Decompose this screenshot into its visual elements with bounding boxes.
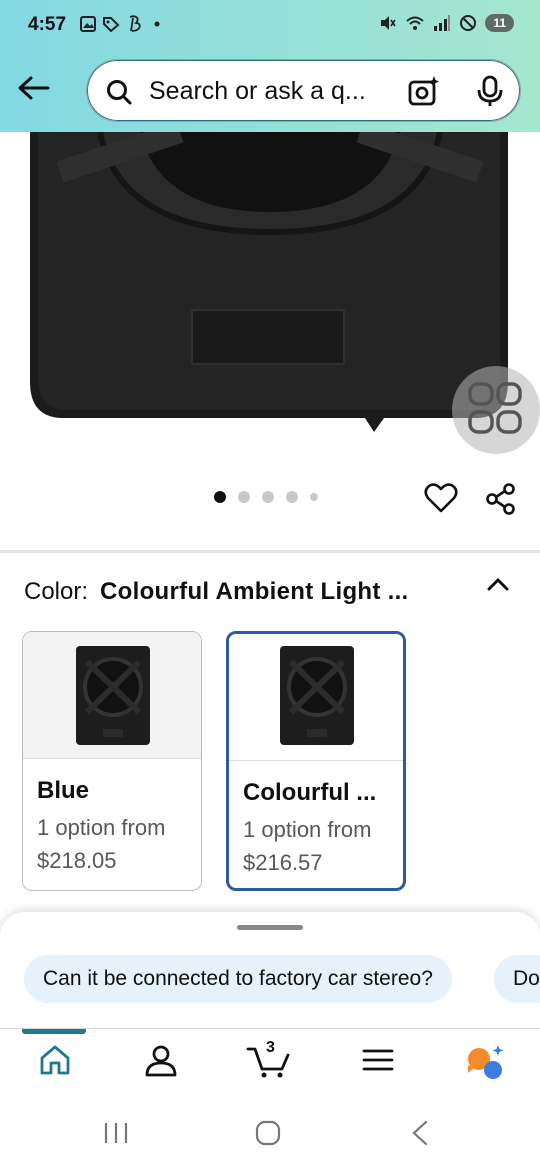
system-navigation-bar [0,1100,540,1170]
rufus-assistant-icon [468,1045,504,1079]
variant-options: 1 option from [243,817,372,842]
pager-dot[interactable] [214,491,226,503]
variant-list: Blue 1 option from $218.05 Colourful ...… [22,631,406,891]
bottom-tab-bar: 3 [0,1028,540,1100]
home-icon [40,1045,70,1075]
active-tab-indicator [22,1029,86,1034]
pager-dot[interactable] [262,491,274,503]
person-icon [145,1045,177,1077]
variant-options: 1 option from [37,815,166,840]
cart-count-badge: 3 [266,1039,275,1056]
color-value: Colourful Ambient Light ... [100,578,409,605]
search-bar[interactable]: Search or ask a q... [86,59,521,122]
do-not-disturb-icon [460,15,477,31]
system-icons: 11 [379,14,514,32]
recent-apps-icon[interactable] [102,1120,130,1146]
ask-rufus-sheet[interactable]: Can it be connected to factory car stere… [0,912,540,1030]
suggestion-chip[interactable]: Can it be connected to factory car stere… [24,955,452,1003]
notification-icons [80,15,162,33]
variant-card-colourful[interactable]: Colourful ... 1 option from $216.57 [226,631,406,891]
back-button[interactable] [14,70,54,110]
search-icon [107,80,132,105]
variant-price: $216.57 [243,850,323,875]
search-input[interactable]: Search or ask a q... [149,77,366,106]
variant-thumbnail [229,634,403,761]
signal-icon [434,15,451,31]
share-button[interactable] [484,482,518,521]
suggestion-chip[interactable]: Do [494,955,540,1003]
variant-price: $218.05 [37,848,117,873]
home-nav-icon[interactable] [254,1120,282,1146]
battery-indicator: 11 [485,14,514,32]
gallery-icon [80,16,96,32]
header: 4:57 11 Search or ask a q... [0,0,540,132]
variant-thumbnail [23,632,201,759]
camera-search-icon[interactable] [407,74,441,108]
wishlist-button[interactable] [424,482,458,519]
pager-dot[interactable] [286,491,298,503]
chevron-up-icon [487,578,509,591]
speaker-thumbnail-image [280,646,354,745]
tag-icon [103,17,120,32]
pager-dot[interactable] [310,493,318,501]
hamburger-menu-icon [362,1049,394,1071]
view-in-room-button[interactable] [452,366,540,454]
dot-icon [154,21,160,27]
sheet-drag-handle[interactable] [237,925,303,930]
variant-name: Blue [37,777,90,804]
variant-name: Colourful ... [243,779,377,806]
color-label: Color: [24,578,89,605]
heart-icon [424,483,458,513]
b-app-icon [129,15,141,32]
variant-card-blue[interactable]: Blue 1 option from $218.05 [22,631,202,891]
tab-account[interactable] [144,1043,178,1082]
speaker-thumbnail-image [76,646,150,745]
grid-view-icon [468,382,522,434]
pager-dot[interactable] [238,491,250,503]
tab-menu[interactable] [362,1043,394,1082]
back-nav-icon[interactable] [406,1120,434,1146]
wifi-icon [406,16,424,30]
tab-cart[interactable]: 3 [246,1039,292,1084]
image-pager[interactable] [214,491,318,503]
status-time: 4:57 [28,14,67,35]
tab-home[interactable] [38,1043,72,1082]
status-bar: 4:57 11 [0,0,540,50]
share-icon [486,483,515,515]
arrow-left-icon [18,76,50,100]
section-divider [0,550,540,553]
mute-icon [381,16,396,30]
tab-rufus[interactable] [464,1043,506,1086]
collapse-button[interactable] [484,570,512,603]
color-selector-header[interactable]: Color: Colourful Ambient Light ... [24,578,409,606]
microphone-icon[interactable] [475,74,505,108]
